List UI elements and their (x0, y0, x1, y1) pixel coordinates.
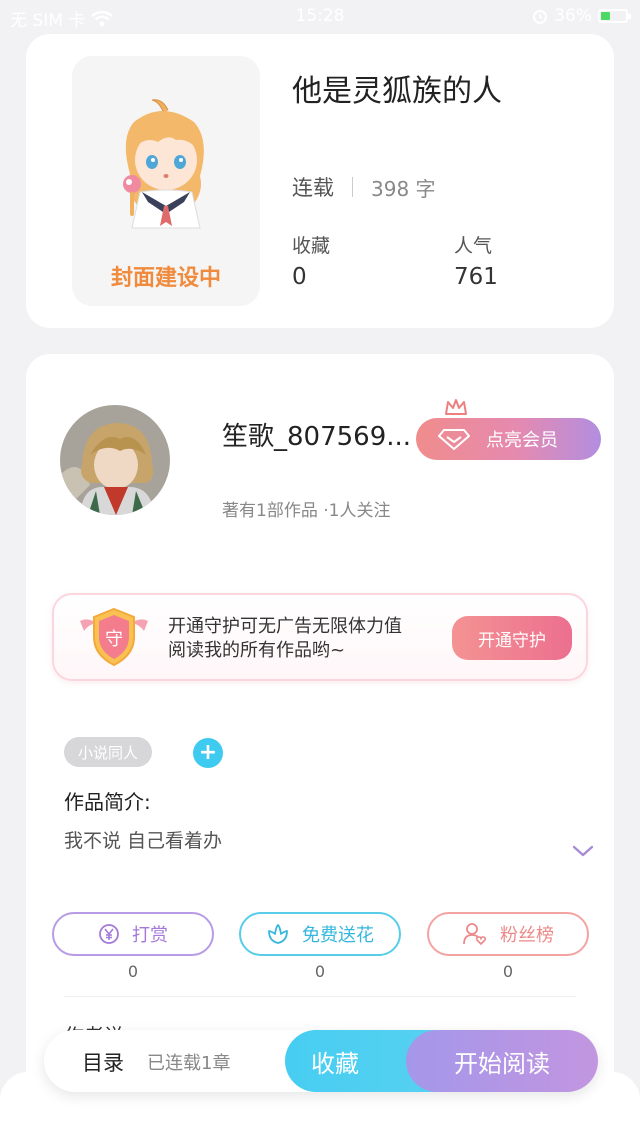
bottom-action-bar: 目录 已连载1章 收藏 开始阅读 (44, 1030, 598, 1092)
divider (352, 177, 353, 197)
send-flower-button[interactable]: 免费送花 (239, 912, 401, 956)
vip-button[interactable]: 点亮会员 (416, 418, 601, 460)
alarm-icon (533, 10, 548, 24)
guard-banner[interactable]: 守 开通守护可无广告无限体力值 阅读我的所有作品哟~ 开通守护 (52, 593, 588, 681)
author-meta: 著有1部作品 ·1人关注 (222, 501, 391, 521)
genre-tag[interactable]: 小说同人 (64, 737, 153, 767)
reward-label: 打赏 (132, 925, 168, 946)
status-bar: 无 SIM 卡 15:28 36% (0, 0, 640, 34)
chevron-down-icon[interactable] (572, 844, 594, 858)
start-reading-button[interactable]: 开始阅读 (406, 1030, 598, 1092)
send-flower-label: 免费送花 (302, 925, 374, 946)
serial-status: 连载 (292, 176, 334, 200)
word-count: 398 字 (371, 176, 436, 201)
reward-button[interactable]: 打赏 (52, 912, 214, 956)
battery-icon (598, 9, 631, 23)
collect-stat-value: 0 (292, 264, 307, 290)
fans-ranking-label: 粉丝榜 (500, 925, 554, 946)
book-title: 他是灵狐族的人 (292, 74, 502, 109)
diamond-icon (438, 429, 470, 450)
author-avatar[interactable] (60, 405, 170, 515)
flower-icon (268, 924, 288, 944)
popularity-stat-label: 人气 (454, 235, 493, 257)
crown-icon (445, 399, 467, 415)
popularity-stat-value: 761 (454, 264, 498, 290)
toc-button[interactable]: 目录 (82, 1047, 124, 1077)
book-cover[interactable]: 封面建设中 (72, 56, 260, 306)
intro-title: 作品简介: (64, 790, 151, 814)
battery-percent: 36% (554, 6, 592, 26)
guard-line-2: 阅读我的所有作品哟~ (168, 640, 346, 661)
fans-ranking-button[interactable]: 粉丝榜 (427, 912, 589, 956)
guard-description: 开通守护可无广告无限体力值 阅读我的所有作品哟~ (168, 615, 402, 663)
avatar-image (60, 405, 170, 515)
guard-shield-icon: 守 (80, 607, 148, 667)
open-guard-button[interactable]: 开通守护 (452, 616, 572, 660)
fans-icon (463, 923, 487, 945)
guard-badge-text: 守 (105, 629, 123, 650)
guard-line-1: 开通守护可无广告无限体力值 (168, 616, 402, 637)
book-info-card: 封面建设中 他是灵狐族的人 连载 398 字 收藏 0 人气 761 (26, 34, 614, 328)
detail-card: 笙歌_807569... 点亮会员 著有1部作品 ·1人关注 守 开通守护可无广… (26, 354, 614, 1138)
chibi-girl-illustration (123, 99, 204, 229)
vip-button-label: 点亮会员 (486, 430, 558, 451)
flower-count: 0 (314, 962, 326, 981)
chapter-count: 已连载1章 (147, 1053, 231, 1074)
intro-text: 我不说 自己看着办 (64, 830, 223, 852)
cover-caption: 封面建设中 (110, 266, 221, 291)
reward-count: 0 (127, 962, 139, 981)
author-name[interactable]: 笙歌_807569... (222, 416, 414, 453)
fans-count: 0 (502, 962, 514, 981)
status-right: 36% (532, 6, 631, 26)
yen-icon (99, 924, 119, 944)
book-status-row: 连载 398 字 (292, 172, 436, 202)
section-divider (64, 996, 576, 997)
add-tag-button[interactable]: + (193, 738, 223, 768)
collect-stat-label: 收藏 (292, 235, 331, 257)
battery-fill (601, 12, 610, 20)
